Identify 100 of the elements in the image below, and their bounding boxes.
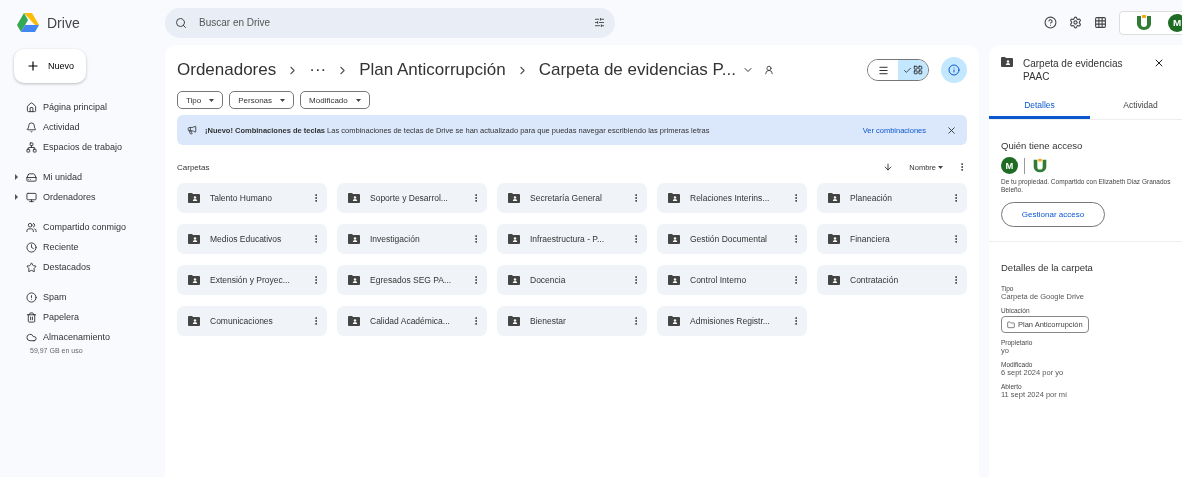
filter-chip[interactable]: Personas	[229, 91, 295, 109]
folder-name: Docencia	[530, 275, 567, 285]
sort-direction-icon[interactable]	[883, 162, 894, 172]
folder-card[interactable]: Control Interno	[657, 265, 807, 295]
folder-card[interactable]: Investigación	[337, 224, 487, 254]
folder-name: Admisiones Registr...	[690, 316, 771, 326]
caret-icon	[938, 165, 943, 169]
caret-icon	[280, 98, 286, 102]
sidebar-item[interactable]: Ordenadores	[14, 187, 157, 207]
trash-icon	[26, 311, 37, 323]
shared-folder-icon	[828, 234, 840, 244]
shared-folder-icon	[508, 275, 520, 285]
megaphone-icon	[187, 125, 197, 135]
nodes-icon	[26, 141, 37, 153]
apps-grid-icon[interactable]	[1094, 16, 1107, 29]
filter-sliders-icon[interactable]	[594, 17, 605, 28]
bell-icon	[26, 121, 37, 133]
sidebar-item[interactable]: Espacios de trabajo	[14, 137, 157, 157]
folder-name: Medios Educativos	[210, 234, 283, 244]
drive-logo-icon	[17, 13, 39, 32]
search-field[interactable]: Buscar en Drive	[165, 7, 615, 38]
close-icon[interactable]	[1153, 57, 1165, 69]
shared-people-icon	[763, 65, 774, 75]
help-icon[interactable]	[1044, 16, 1057, 29]
folder-icon	[1007, 320, 1015, 329]
sidebar-item[interactable]: Página principal	[14, 97, 157, 117]
shared-folder-icon	[828, 193, 840, 203]
sidebar-item[interactable]: Actividad	[14, 117, 157, 137]
folder-card[interactable]: Secretaría General	[497, 183, 647, 213]
manage-access-button[interactable]: Gestionar acceso	[1001, 202, 1105, 227]
details-tab[interactable]: Detalles	[989, 93, 1090, 119]
shared-folder-icon	[508, 193, 520, 203]
folder-card[interactable]: Calidad Académica...	[337, 306, 487, 336]
clock-icon	[26, 241, 37, 253]
folder-card[interactable]: Docencia	[497, 265, 647, 295]
sidebar-item[interactable]: Almacenamiento	[14, 327, 157, 347]
folder-name: Control Interno	[690, 275, 748, 285]
grid-view-icon	[913, 65, 923, 75]
filter-chip[interactable]: Tipo	[177, 91, 224, 109]
folder-card[interactable]: Relaciones Interins...	[657, 183, 807, 213]
breadcrumb-item[interactable]: Plan Anticorrupción	[359, 60, 506, 80]
view-toggle-button[interactable]	[898, 60, 928, 80]
breadcrumb-item[interactable]: Carpeta de evidencias P...	[538, 60, 736, 80]
shared-folder-icon	[188, 316, 200, 326]
account-switcher[interactable]: M	[1119, 10, 1182, 35]
expand-caret-icon[interactable]	[14, 193, 19, 201]
folder-name: Talento Humano	[210, 193, 273, 203]
sidebar-item[interactable]: Mi unidad	[14, 167, 157, 187]
breadcrumb-item[interactable]: ···	[309, 60, 327, 80]
plus-icon	[26, 59, 40, 73]
folder-card[interactable]: Bienestar	[497, 306, 647, 336]
folder-name: Comunicaciones	[210, 316, 274, 326]
folder-card[interactable]: Admisiones Registr...	[657, 306, 807, 336]
shared-folder-icon	[188, 193, 200, 203]
search-input[interactable]: Buscar en Drive	[197, 16, 584, 29]
folder-name: Relaciones Interins...	[690, 193, 771, 203]
shared-folder-icon	[348, 234, 360, 244]
folder-name: Bienestar	[530, 316, 567, 326]
folder-card[interactable]: Medios Educativos	[177, 224, 327, 254]
caret-icon	[209, 98, 215, 102]
folder-name: Contratación	[850, 275, 900, 285]
access-title: Quién tiene acceso	[1001, 140, 1084, 151]
folder-card[interactable]: Financiera	[817, 224, 967, 254]
folder-card[interactable]: Contratación	[817, 265, 967, 295]
close-icon[interactable]	[946, 124, 957, 136]
folder-card[interactable]: Extensión y Proyec...	[177, 265, 327, 295]
owner-avatar: M	[1001, 157, 1018, 174]
filter-chip[interactable]: Modificado	[300, 91, 370, 109]
settings-icon[interactable]	[1069, 16, 1082, 29]
shared-folder-icon	[668, 275, 680, 285]
new-button[interactable]: Nuevo	[14, 49, 86, 83]
folder-card[interactable]: Planeación	[817, 183, 967, 213]
sidebar-item[interactable]: Destacados	[14, 257, 157, 277]
shared-folder-icon	[668, 316, 680, 326]
sidebar-item[interactable]: Reciente	[14, 237, 157, 257]
sidebar-item[interactable]: Compartido conmigo	[14, 217, 157, 237]
folder-card[interactable]: Comunicaciones	[177, 306, 327, 336]
section-title: Carpetas	[177, 162, 211, 172]
shared-folder-icon	[668, 234, 680, 244]
folder-card[interactable]: Infraestructura - P...	[497, 224, 647, 254]
folder-name: Egresados SEG PA...	[370, 275, 453, 285]
folder-card[interactable]: Egresados SEG PA...	[337, 265, 487, 295]
breadcrumb-item[interactable]: Ordenadores	[177, 60, 277, 80]
folder-card[interactable]: Soporte y Desarrol...	[337, 183, 487, 213]
folder-card[interactable]: Talento Humano	[177, 183, 327, 213]
folder-name: Investigación	[370, 234, 421, 244]
people-icon	[26, 221, 37, 233]
details-title: Carpeta de evidencias PAAC	[1023, 57, 1124, 83]
sidebar-item[interactable]: Papelera	[14, 307, 157, 327]
expand-caret-icon[interactable]	[14, 173, 19, 181]
folder-name: Calidad Académica...	[370, 316, 451, 326]
details-tab[interactable]: Actividad	[1090, 93, 1182, 119]
sidebar-item[interactable]: Spam	[14, 287, 157, 307]
shared-folder-icon	[348, 316, 360, 326]
folder-name: Planeación	[850, 193, 894, 203]
check-icon	[903, 65, 912, 75]
folder-name: Infraestructura - P...	[530, 234, 605, 244]
info-button[interactable]	[941, 57, 967, 83]
caret-icon	[355, 98, 361, 102]
folder-card[interactable]: Gestión Documental	[657, 224, 807, 254]
